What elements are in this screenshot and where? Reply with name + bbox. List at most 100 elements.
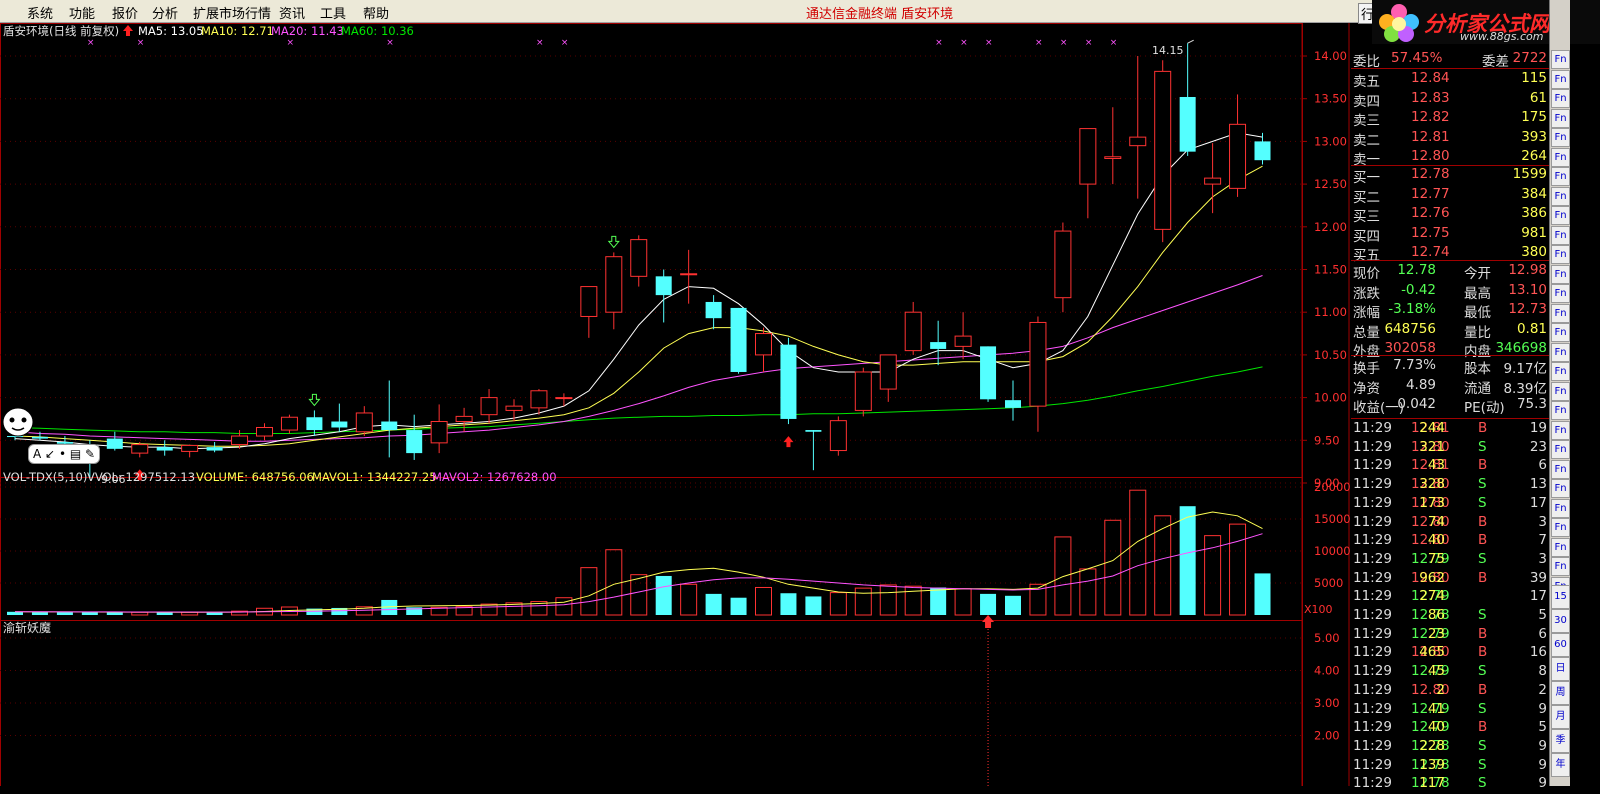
bid-row: 买四 12.75 981 xyxy=(1351,225,1549,245)
tick-side: S xyxy=(1478,756,1487,773)
period-button[interactable]: 日 xyxy=(1551,657,1570,681)
period-button[interactable]: 30 xyxy=(1551,609,1570,633)
price: 12.83 xyxy=(1411,89,1450,106)
tick-count: 9 xyxy=(1538,756,1547,773)
toolbar-button[interactable]: Fn xyxy=(1551,518,1570,537)
dot-tool-icon[interactable]: • xyxy=(59,447,66,461)
toolbar-button[interactable]: Fn xyxy=(1551,147,1570,167)
toolbar-button[interactable]: Fn xyxy=(1551,264,1570,284)
note-tool-icon[interactable]: ▤ xyxy=(70,447,81,461)
high-annotation: 14.15 xyxy=(1152,44,1184,57)
kline-chart[interactable]: × × × × × × × × × × × × × 14.0013.5013.0012.5012.001… xyxy=(0,23,1350,786)
candle-body-up xyxy=(1229,123,1247,189)
menu-help[interactable]: 帮助 xyxy=(363,3,389,22)
toolbar-button[interactable]: Fn xyxy=(1551,108,1570,128)
volume: 61 xyxy=(1529,89,1547,106)
candle-body-up xyxy=(1079,128,1097,185)
toolbar-button[interactable]: Fn xyxy=(1551,69,1570,89)
period-button[interactable]: 15 xyxy=(1551,585,1570,609)
ask-row: 卖五 12.84 115 xyxy=(1351,70,1549,90)
tick-time: 11:29 xyxy=(1353,681,1392,698)
candle-body-up xyxy=(854,371,872,411)
toolbar-button[interactable]: Fn xyxy=(1551,245,1570,264)
candle-body-down xyxy=(381,421,398,431)
menu-extended-market[interactable]: 扩展市场行情 xyxy=(193,3,271,22)
toolbar-button[interactable]: Fn xyxy=(1551,206,1570,225)
period-button[interactable]: 月 xyxy=(1551,705,1570,729)
pen-tool-icon[interactable]: ✎ xyxy=(85,447,95,461)
chart-headers: 盾安环境(日线 前复权) MA5: 13.05 MA10: 12.71 MA20… xyxy=(3,24,1333,635)
indicator-title: 渝斩妖魔 xyxy=(3,620,51,635)
value: 12.78 xyxy=(1397,262,1436,278)
menu-analysis[interactable]: 分析 xyxy=(152,3,178,22)
toolbar-button[interactable]: Fn xyxy=(1551,89,1570,108)
menu-tools[interactable]: 工具 xyxy=(320,3,346,22)
quote-separator xyxy=(1351,68,1549,69)
stat-row: 涨幅 -3.18% 最低 12.73 xyxy=(1351,301,1549,321)
toolbar-button[interactable]: Fn xyxy=(1551,362,1570,381)
toolbar-button[interactable]: Fn xyxy=(1551,381,1570,401)
tick-side: S xyxy=(1478,737,1487,754)
toolbar-button[interactable]: Fn xyxy=(1551,479,1570,498)
menu-system[interactable]: 系统 xyxy=(27,3,53,22)
candle-body-down xyxy=(1254,141,1271,161)
text-tool-icon[interactable]: A xyxy=(33,447,41,461)
bid-row: 买三 12.76 386 xyxy=(1351,205,1549,225)
toolbar-button[interactable]: Fn xyxy=(1551,342,1570,362)
period-button[interactable]: 季 xyxy=(1551,729,1570,753)
ma20-line xyxy=(14,275,1263,442)
tick-volume: 465 xyxy=(1419,644,1445,661)
signal-marker: × xyxy=(1085,38,1093,48)
toolbar-button[interactable]: Fn xyxy=(1551,557,1570,576)
tick-side: S xyxy=(1478,550,1487,567)
volume-bar-up xyxy=(480,603,498,616)
value: 346698 xyxy=(1495,340,1547,356)
vol-unit: X100 xyxy=(1304,603,1333,616)
quote-separator xyxy=(1351,260,1549,261)
toolbar-button[interactable]: Fn xyxy=(1551,284,1570,303)
tick-count: 13 xyxy=(1529,476,1547,493)
period-button[interactable]: 周 xyxy=(1551,681,1570,705)
arrow-tool-icon[interactable]: ↙ xyxy=(45,447,55,461)
menu-bar: 系统 功能 报价 分析 扩展市场行情 资讯 工具 帮助 通达信金融终端 盾安环境… xyxy=(0,0,1600,24)
toolbar-button[interactable]: Fn xyxy=(1551,440,1570,459)
candle-body-down xyxy=(980,346,997,400)
menu-quote[interactable]: 报价 xyxy=(112,3,138,22)
toolbar-button[interactable]: Fn xyxy=(1551,128,1570,147)
menu-news[interactable]: 资讯 xyxy=(279,3,305,22)
candle-body-up xyxy=(280,416,298,431)
tick-row: 11:29 12.80 74 B 3 xyxy=(1351,514,1549,533)
toolbar-button[interactable]: Fn xyxy=(1551,459,1570,479)
tick-side: S xyxy=(1478,663,1487,680)
vol-tick-label: 15000 xyxy=(1314,512,1350,526)
vol-tick-label: 20000 xyxy=(1314,480,1350,494)
tick-side: B xyxy=(1478,420,1488,436)
sell-arrow-icon xyxy=(607,235,620,249)
candle-body-down xyxy=(805,430,822,432)
tick-time: 11:29 xyxy=(1353,756,1392,773)
label: 现价 xyxy=(1353,266,1380,282)
ind-tick-label: 4.00 xyxy=(1314,664,1340,678)
signal-marker: × xyxy=(960,38,968,48)
period-button[interactable]: 60 xyxy=(1551,633,1570,657)
toolbar-button[interactable]: Fn xyxy=(1551,401,1570,420)
menu-function[interactable]: 功能 xyxy=(69,3,95,22)
volume-label: VOLUME: 648756.06 xyxy=(196,470,314,484)
label: 净资 xyxy=(1353,380,1380,397)
value: -3.18% xyxy=(1388,301,1436,317)
tick-time: 11:29 xyxy=(1353,457,1392,474)
tick-time: 11:29 xyxy=(1353,607,1392,623)
toolbar-button[interactable]: Fn xyxy=(1551,323,1570,342)
toolbar-button[interactable]: Fn xyxy=(1551,50,1570,69)
label: 卖二 xyxy=(1353,132,1380,149)
tick-time: 11:29 xyxy=(1353,737,1392,754)
toolbar-button[interactable]: Fn xyxy=(1551,420,1570,440)
toolbar-button[interactable]: Fn xyxy=(1551,167,1570,186)
period-button[interactable]: 年 xyxy=(1551,753,1570,777)
toolbar-button[interactable]: Fn xyxy=(1551,498,1570,518)
toolbar-button[interactable]: Fn xyxy=(1551,225,1570,245)
toolbar-button[interactable]: Fn xyxy=(1551,186,1570,206)
tick-time: 11:29 xyxy=(1353,513,1392,530)
toolbar-button[interactable]: Fn xyxy=(1551,303,1570,323)
toolbar-button[interactable]: Fn xyxy=(1551,537,1570,557)
